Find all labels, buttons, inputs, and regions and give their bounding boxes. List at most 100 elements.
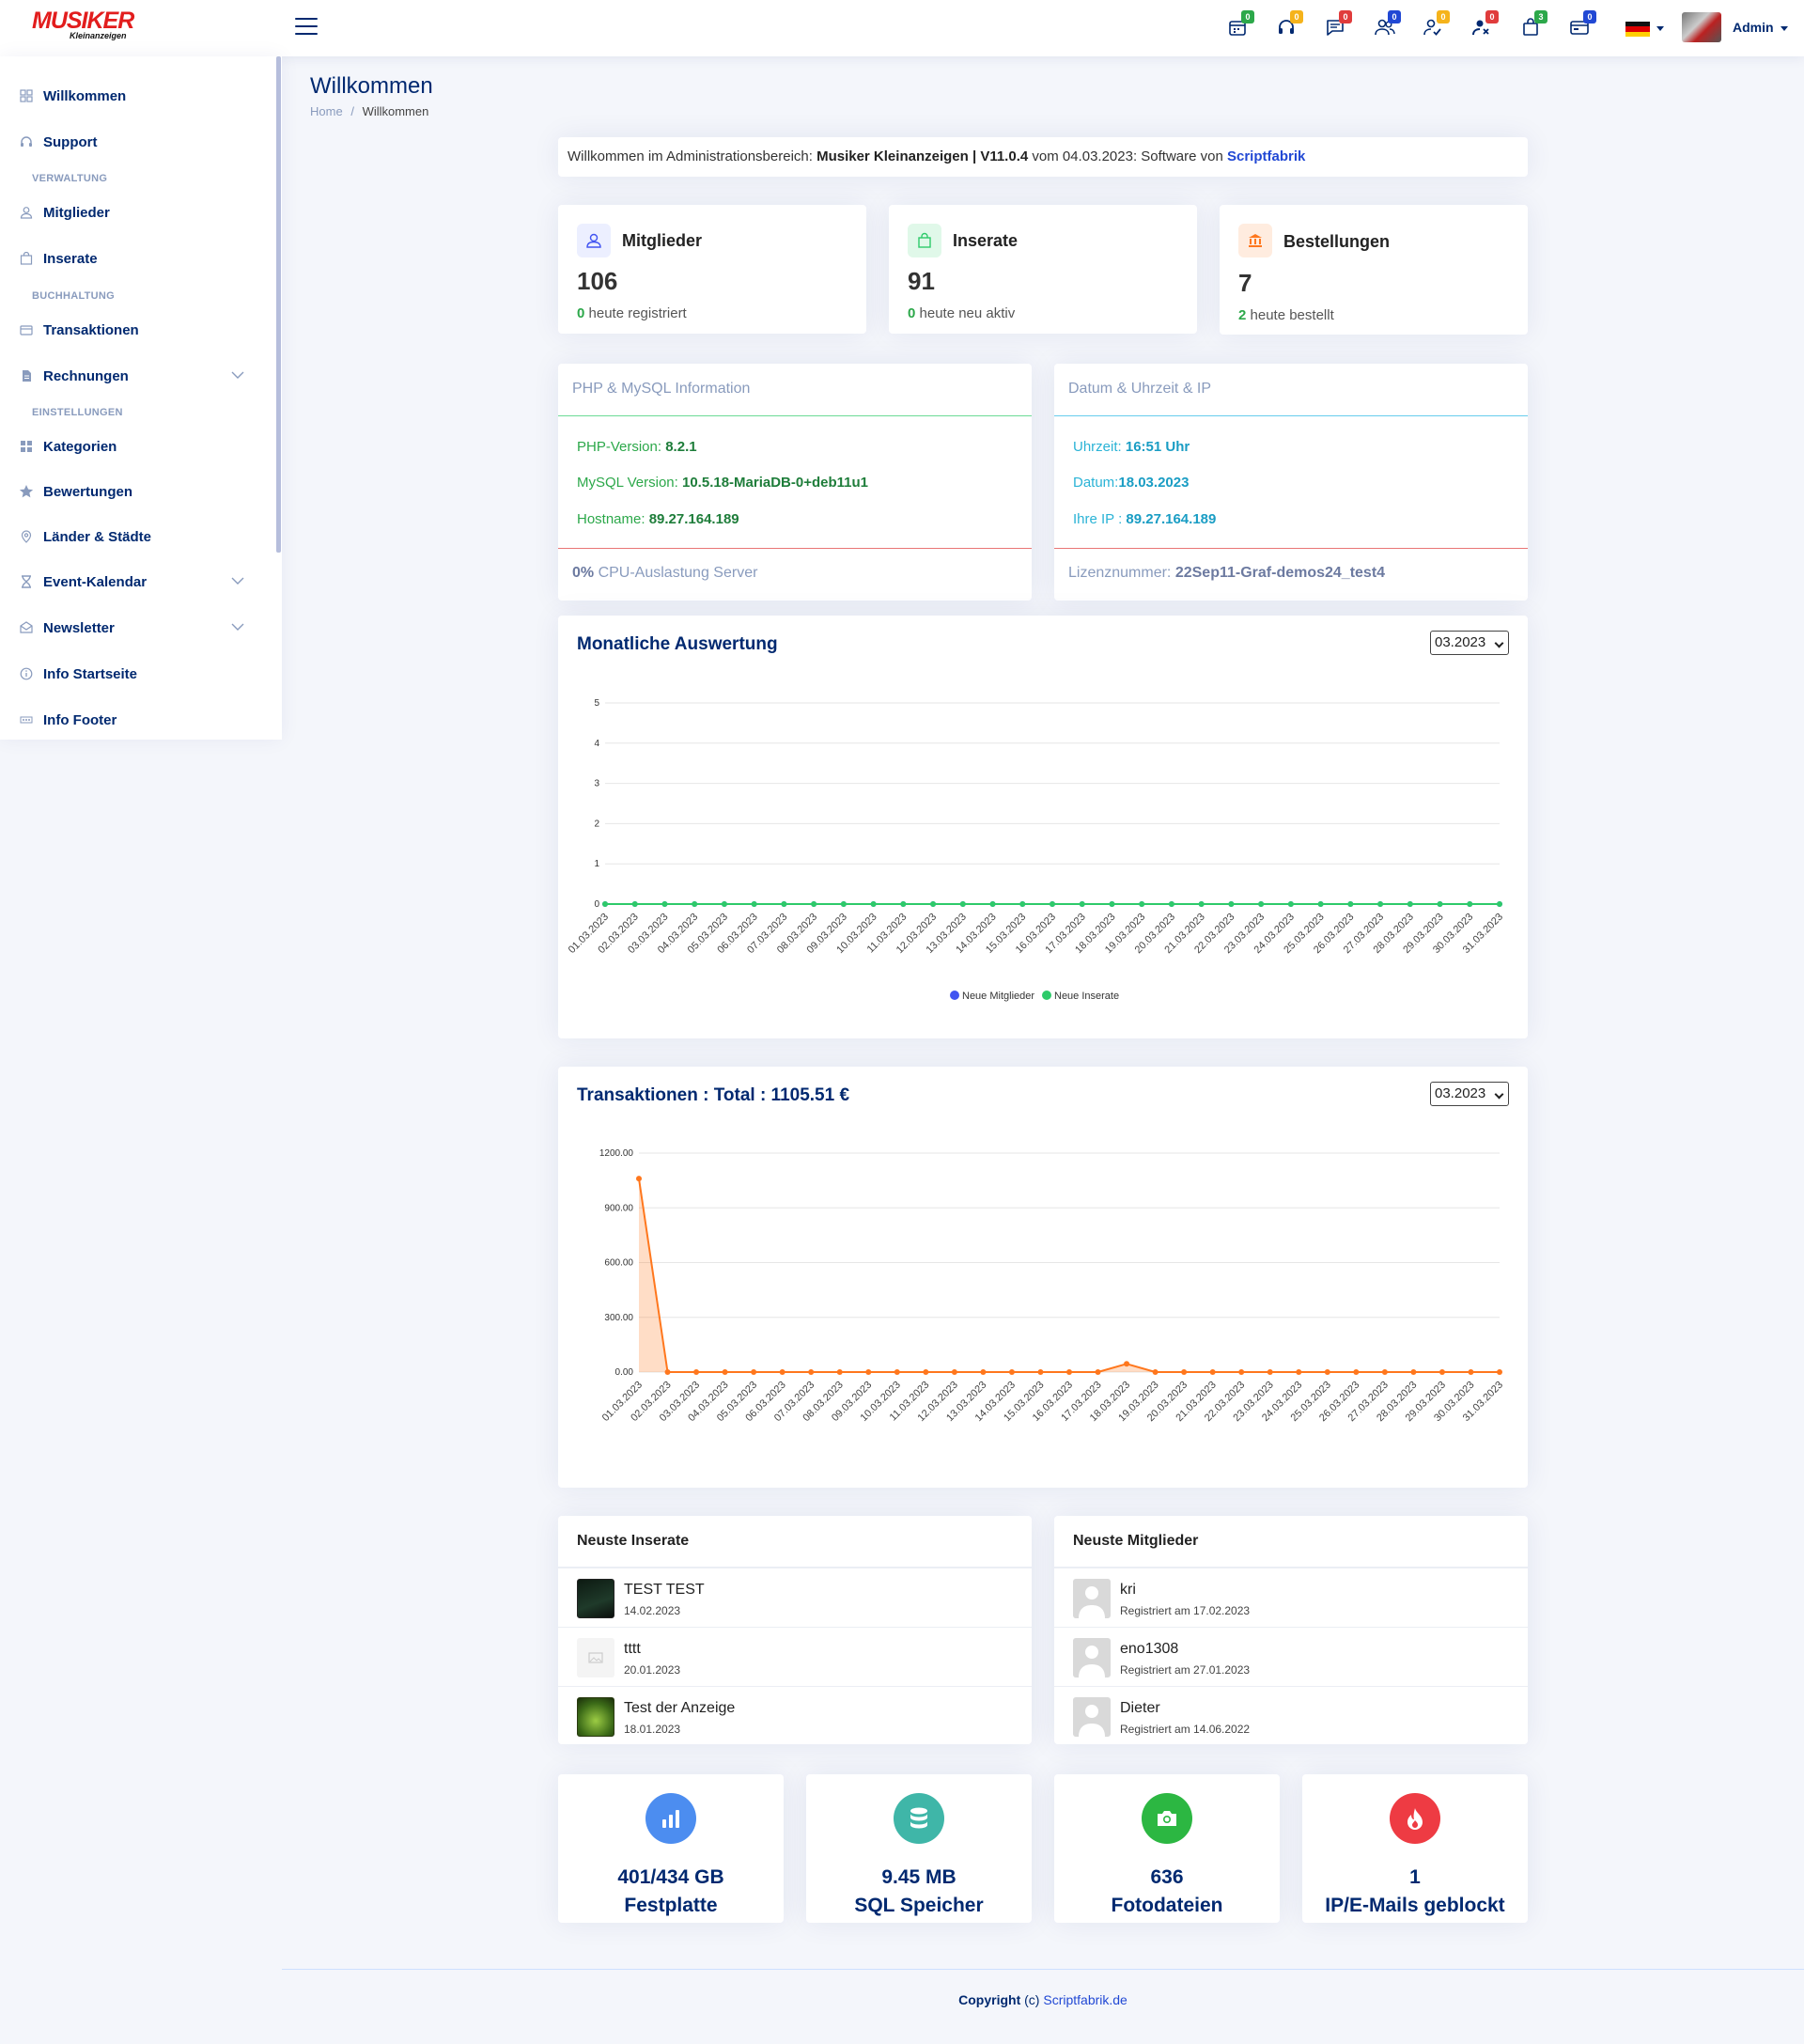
transactions-chart-card: Transaktionen : Total : 1105.51 € 03.202…: [558, 1067, 1528, 1488]
transactions-chart: 0.00300.00600.00900.001200.0001.03.20230…: [599, 1148, 1505, 1424]
sidebar-item-willkommen[interactable]: Willkommen: [19, 80, 254, 112]
chevron-down-icon[interactable]: [231, 623, 244, 632]
time-row: Uhrzeit: 16:51 Uhr: [1073, 439, 1190, 455]
sidebar: Willkommen Support VERWALTUNG Mitglieder…: [0, 56, 282, 740]
headset-icon[interactable]: 0: [1275, 10, 1303, 42]
sidebar-item-info-startseite[interactable]: Info Startseite: [19, 658, 254, 690]
breadcrumb-home[interactable]: Home: [310, 104, 343, 118]
chat-badge: 0: [1339, 10, 1352, 23]
sidebar-item-bewertungen[interactable]: Bewertungen: [19, 476, 254, 507]
stat-sub-text: heute bestellt: [1246, 307, 1334, 323]
data-point: [1139, 901, 1145, 907]
sidebar-item-label: Event-Kalendar: [43, 573, 148, 590]
admin-name[interactable]: Admin: [1733, 20, 1774, 35]
data-point: [693, 1369, 700, 1375]
data-point: [1377, 901, 1384, 907]
legend-label: Neue Mitglieder: [962, 991, 1034, 1002]
data-point: [721, 901, 727, 907]
data-point: [1347, 901, 1354, 907]
sidebar-item-support[interactable]: Support: [19, 126, 254, 158]
language-caret-icon[interactable]: [1656, 26, 1664, 31]
date-row: Datum:18.03.2023: [1073, 475, 1189, 491]
ad-date: 20.01.2023: [624, 1663, 681, 1677]
time-value: 16:51 Uhr: [1125, 439, 1190, 455]
users-icon[interactable]: 0: [1373, 10, 1401, 42]
sidebar-item-event-kalendar[interactable]: Event-Kalendar: [19, 566, 254, 598]
data-point: [781, 901, 787, 907]
sidebar-scrollbar[interactable]: [276, 56, 281, 553]
disk-stat-card: 401/434 GB Festplatte: [558, 1774, 784, 1923]
list-item[interactable]: TEST TEST 14.02.2023: [558, 1568, 1032, 1628]
list-item[interactable]: Test der Anzeige 18.01.2023: [558, 1687, 1032, 1746]
card-icon[interactable]: 0: [1568, 10, 1596, 42]
php-mysql-card: PHP & MySQL Information PHP-Version: 8.2…: [558, 364, 1032, 601]
footer: Copyright (c) Scriptfabrik.de: [282, 1992, 1804, 2007]
sidebar-item-kategorien[interactable]: Kategorien: [19, 430, 254, 462]
flag-de-icon[interactable]: [1625, 22, 1650, 37]
menu-toggle-icon[interactable]: [295, 18, 318, 39]
y-tick-label: 5: [594, 698, 599, 709]
mysql-version-row: MySQL Version: 10.5.18-MariaDB-0+deb11u1: [577, 475, 868, 491]
sidebar-item-newsletter[interactable]: Newsletter: [19, 612, 254, 644]
list-item[interactable]: kri Registriert am 17.02.2023: [1054, 1568, 1528, 1628]
welcome-link[interactable]: Scriptfabrik: [1227, 148, 1305, 164]
blocked-stat-card: 1 IP/E-Mails geblockt: [1302, 1774, 1528, 1923]
data-point: [811, 901, 817, 907]
calendar-icon[interactable]: 0: [1226, 10, 1254, 42]
ad-name: tttt: [624, 1641, 641, 1657]
date-card-divider-bottom: [1054, 548, 1528, 549]
mysql-value: 10.5.18-MariaDB-0+deb11u1: [682, 475, 869, 491]
data-point: [1467, 901, 1473, 907]
y-tick-label: 0.00: [615, 1367, 634, 1378]
footer-link[interactable]: Scriptfabrik.de: [1043, 1992, 1127, 2007]
date-card-divider-top: [1054, 415, 1528, 416]
chat-icon[interactable]: 0: [1324, 10, 1352, 42]
sidebar-item-inserate[interactable]: Inserate: [19, 242, 254, 274]
avatar-placeholder-icon: [1073, 1579, 1111, 1618]
sidebar-item-rechnungen[interactable]: Rechnungen: [19, 360, 254, 392]
data-point: [930, 901, 937, 907]
headset-icon: [19, 134, 34, 149]
stat-value: 106: [577, 267, 618, 295]
data-point: [1296, 1369, 1302, 1375]
chevron-down-icon[interactable]: [231, 371, 244, 380]
user-x-badge: 0: [1485, 10, 1499, 23]
logo-sub-text: Kleinanzeigen: [70, 31, 127, 40]
ip-value: 89.27.164.189: [1126, 511, 1217, 527]
user-x-icon[interactable]: 0: [1470, 10, 1499, 42]
hostname-row: Hostname: 89.27.164.189: [577, 511, 739, 527]
data-point: [1267, 1369, 1273, 1375]
cpu-load-text: CPU-Auslastung Server: [594, 565, 758, 581]
photo-stat-card: 636 Fotodateien: [1054, 1774, 1280, 1923]
date-label: Datum:: [1073, 475, 1119, 491]
chevron-down-icon[interactable]: [231, 577, 244, 585]
sidebar-item-info-footer[interactable]: Info Footer: [19, 704, 254, 736]
data-point: [1497, 1369, 1502, 1375]
admin-avatar[interactable]: [1682, 12, 1721, 42]
data-point: [989, 901, 996, 907]
sidebar-item-laender-staedte[interactable]: Länder & Städte: [19, 521, 254, 553]
member-name: eno1308: [1120, 1641, 1179, 1657]
data-point: [894, 1369, 900, 1375]
data-point: [808, 1369, 815, 1375]
user-check-icon[interactable]: 0: [1422, 10, 1450, 42]
admin-caret-icon[interactable]: [1781, 26, 1788, 31]
sql-label: SQL Speicher: [854, 1895, 984, 1916]
list-item[interactable]: eno1308 Registriert am 27.01.2023: [1054, 1628, 1528, 1687]
welcome-middle: vom 04.03.2023: Software von: [1028, 148, 1227, 164]
info-icon: [19, 666, 34, 681]
data-point: [1109, 901, 1115, 907]
member-date: Registriert am 17.02.2023: [1120, 1604, 1251, 1617]
list-item[interactable]: tttt 20.01.2023: [558, 1628, 1032, 1687]
list-item[interactable]: Dieter Registriert am 14.06.2022: [1054, 1687, 1528, 1746]
sidebar-item-transaktionen[interactable]: Transaktionen: [19, 314, 254, 346]
data-point: [1095, 1369, 1101, 1375]
logo[interactable]: MUSIKER Kleinanzeigen: [32, 9, 137, 41]
data-point: [751, 901, 757, 907]
bag-icon[interactable]: 3: [1519, 10, 1547, 42]
sidebar-item-mitglieder[interactable]: Mitglieder: [19, 196, 254, 228]
stat-value: 7: [1238, 269, 1252, 297]
cpu-load: 0% CPU-Auslastung Server: [572, 565, 757, 582]
dots-icon: [19, 712, 34, 727]
avatar-placeholder-icon: [1073, 1638, 1111, 1677]
